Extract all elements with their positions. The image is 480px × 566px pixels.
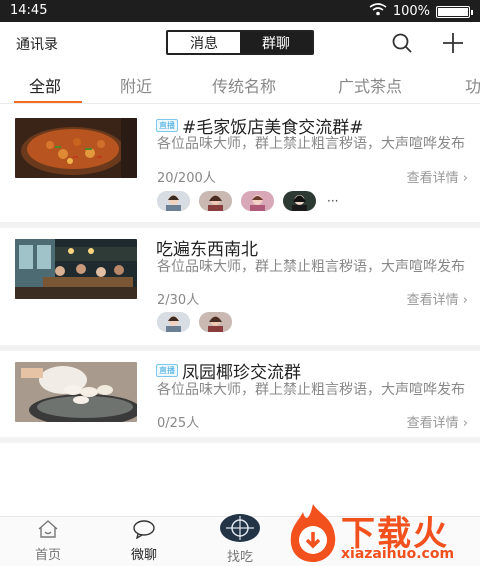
view-details-label: 查看详情 [406, 171, 459, 186]
avatar[interactable] [199, 191, 232, 211]
tab-cantonese-dimsum[interactable]: 广式茶点 [338, 73, 402, 97]
group-title: 凤园椰珍交流群 [182, 363, 301, 383]
battery-percent: 100% [392, 4, 430, 19]
tab-more[interactable]: 功 [465, 73, 480, 97]
group-description: 各位品味大师，群上禁止粗言秽语，大声喧哗发布 [157, 382, 465, 398]
watermark-logo: 下载火 xiazaihuo.com [283, 500, 480, 566]
view-details-label: 查看详情 [406, 416, 459, 431]
group-thumbnail [15, 239, 137, 299]
tab-all[interactable]: 全部 [29, 73, 61, 97]
status-time: 14:45 [10, 3, 48, 18]
nav-home-label: 首页 [34, 548, 61, 563]
segment-messages[interactable]: 消息 [168, 32, 240, 53]
view-details-label: 查看详情 [406, 293, 459, 308]
live-badge: 直播 [156, 119, 178, 132]
view-details-link[interactable]: 查看详情 › [407, 412, 468, 431]
chevron-right-icon: › [462, 171, 468, 186]
group-thumbnail [15, 118, 137, 178]
wifi-icon [369, 3, 387, 20]
nav-find-food-label: 找吃 [226, 550, 253, 565]
chat-icon [132, 520, 156, 543]
avatar[interactable] [283, 191, 316, 211]
member-count: 0/25人 [157, 416, 200, 431]
group-card[interactable]: 直播 #毛家饭店美食交流群# 各位品味大师，群上禁止粗言秽语，大声喧哗发布 20… [0, 105, 480, 222]
nav-chat[interactable]: 微聊 [114, 519, 174, 563]
flame-icon [290, 504, 336, 562]
avatar[interactable] [157, 191, 190, 211]
contacts-link[interactable]: 通讯录 [16, 34, 58, 54]
live-badge: 直播 [156, 364, 178, 377]
nav-home[interactable]: 首页 [18, 519, 78, 563]
top-bar: 通讯录 消息 群聊 [0, 22, 480, 64]
battery-icon [436, 5, 473, 18]
divider [0, 437, 480, 443]
member-avatars: ··· [157, 191, 338, 211]
group-thumbnail [15, 362, 137, 422]
view-details-link[interactable]: 查看详情 › [407, 289, 468, 308]
home-icon [36, 520, 60, 543]
watermark-url: xiazaihuo.com [341, 546, 455, 562]
tab-nearby[interactable]: 附近 [120, 73, 152, 97]
crosshair-icon [218, 514, 262, 547]
view-details-link[interactable]: 查看详情 › [407, 167, 468, 186]
group-card[interactable]: 直播 凤园椰珍交流群 各位品味大师，群上禁止粗言秽语，大声喧哗发布 0/25人 … [0, 351, 480, 437]
member-count: 2/30人 [157, 293, 200, 308]
category-tabs: 全部 附近 传统名称 广式茶点 功 [0, 64, 480, 104]
search-icon[interactable] [390, 31, 414, 55]
more-members-indicator: ··· [327, 194, 339, 208]
status-bar: 14:45 100% [0, 0, 480, 22]
group-description: 各位品味大师，群上禁止粗言秽语，大声喧哗发布 [157, 259, 465, 275]
avatar[interactable] [241, 191, 274, 211]
group-title: 吃遍东西南北 [156, 240, 258, 260]
segment-control: 消息 群聊 [166, 30, 314, 55]
nav-chat-label: 微聊 [130, 548, 157, 563]
tab-traditional[interactable]: 传统名称 [212, 73, 276, 97]
avatar[interactable] [157, 312, 190, 332]
plus-icon[interactable] [441, 31, 465, 55]
member-avatars [157, 312, 232, 332]
segment-group-chat[interactable]: 群聊 [240, 32, 312, 53]
avatar[interactable] [199, 312, 232, 332]
member-count: 20/200人 [157, 171, 216, 186]
group-description: 各位品味大师，群上禁止粗言秽语，大声喧哗发布 [157, 136, 465, 152]
chevron-right-icon: › [462, 293, 468, 308]
nav-find-food[interactable]: 找吃 [210, 513, 270, 565]
chevron-right-icon: › [462, 416, 468, 431]
group-card[interactable]: 吃遍东西南北 各位品味大师，群上禁止粗言秽语，大声喧哗发布 2/30人 查看详情… [0, 228, 480, 345]
tab-underline [14, 101, 82, 103]
